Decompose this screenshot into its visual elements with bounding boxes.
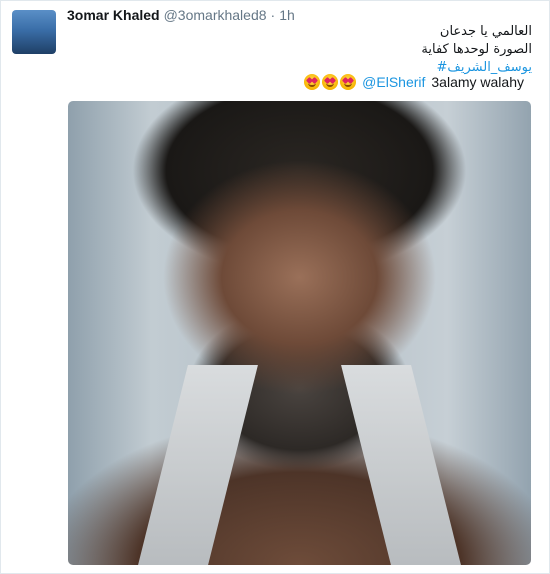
mention-link[interactable]: @ElSherif [362, 74, 425, 90]
tweet-text-last-line: @ElSherif 3alamy walahy [304, 74, 524, 90]
heart-eyes-emoji-icon [322, 74, 339, 90]
tweet-text: العالمي يا جدعان الصورة لوحدها كفاية #يو… [72, 23, 532, 77]
emoji-group [304, 74, 357, 90]
tweet-text-line: الصورة لوحدها كفاية [421, 42, 532, 57]
photo-detail [341, 365, 461, 565]
tweet-card[interactable]: 3omar Khaled @3omarkhaled8 · 1h العالمي … [0, 0, 550, 574]
heart-eyes-emoji-icon [340, 74, 357, 90]
tweet-text-line: العالمي يا جدعان [439, 24, 532, 39]
tweet-tail-text: 3alamy walahy [431, 74, 524, 90]
photo-detail [138, 365, 258, 565]
tweet-photo[interactable] [68, 101, 531, 565]
avatar[interactable] [12, 10, 56, 54]
heart-eyes-emoji-icon [304, 74, 321, 90]
author-handle[interactable]: @3omarkhaled8 [164, 7, 267, 23]
tweet-timestamp[interactable]: 1h [279, 7, 295, 23]
separator-dot: · [270, 7, 276, 23]
author-name[interactable]: 3omar Khaled [67, 7, 160, 23]
